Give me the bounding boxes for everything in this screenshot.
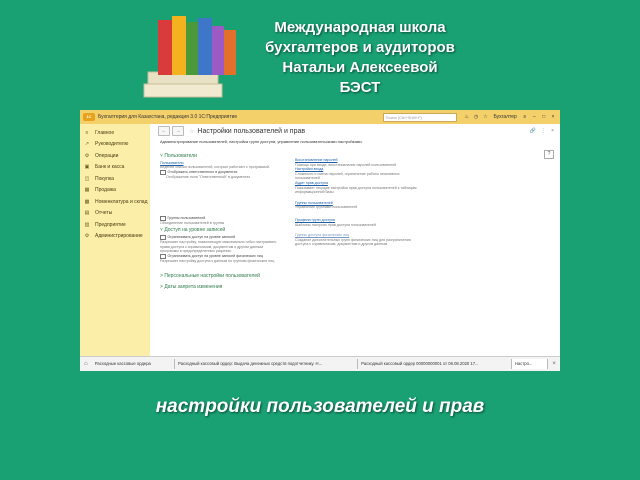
sidebar-item-main[interactable]: ≡ Главное	[80, 127, 150, 139]
section-title: Персональные настройки пользователей	[164, 272, 260, 279]
sidebar-item-label: Руководителю	[95, 141, 129, 148]
sidebar-item-label: Номенклатура и склад	[95, 198, 148, 205]
window-controls: ≡ – □ ×	[521, 114, 557, 120]
main-content: ← → ☆ Настройки пользователей и прав 🔗 ⋮…	[150, 124, 560, 370]
section-title: Даты запрета изменения	[164, 283, 223, 290]
section-users[interactable]: ˅ Пользователи	[160, 154, 280, 159]
sidebar-item-manager[interactable]: ↗ Руководителю	[80, 139, 150, 151]
toolbar-icons: ♨ ◷ ☆	[463, 114, 490, 120]
checkbox-label: Ограничивать доступ на уровне записей	[167, 235, 236, 240]
school-title-line: Международная школа	[274, 19, 446, 36]
login-desc: Сложность и смена паролей, ограничение р…	[295, 171, 400, 181]
history-icon[interactable]: ◷	[474, 115, 479, 120]
maximize-icon[interactable]: □	[541, 115, 546, 120]
checkbox-label: Группы пользователей	[167, 216, 206, 221]
sidebar-item-label: Администрирование	[95, 233, 143, 240]
home-icon[interactable]: ⌂	[80, 361, 92, 367]
chart-icon: ↗	[84, 141, 90, 148]
sidebar-item-sale[interactable]: ▦ Продажа	[80, 185, 150, 197]
checkbox-label: Ограничивать доступ на уровне записей фи…	[167, 254, 263, 259]
bell-icon[interactable]: ♨	[464, 115, 469, 120]
restrict-desc: Разрешает настройку, позволяющую максима…	[160, 240, 277, 254]
sidebar-item-purchase[interactable]: ◫ Покупка	[80, 173, 150, 185]
sidebar-item-admin[interactable]: ⚙ Администрирование	[80, 231, 150, 243]
back-button[interactable]: ←	[158, 126, 170, 136]
app-logo: 1С	[83, 113, 95, 121]
checkbox-label: Отображать ответственного в документах	[167, 170, 238, 175]
page-actions: 🔗 ⋮ ×	[525, 128, 554, 134]
window-title: Бухгалтерия для Казахстана, редакция 3.0…	[98, 114, 238, 120]
cart-icon: ◫	[84, 175, 90, 182]
books-logo	[143, 16, 236, 98]
sidebar-item-label: Операции	[95, 152, 119, 159]
section-dates[interactable]: ˃ Даты запрета изменения	[160, 283, 280, 290]
phys-groups-desc: Создание дополнительных групп физических…	[295, 237, 411, 247]
sidebar-item-reports[interactable]: ▤ Отчеты	[80, 208, 150, 220]
sidebar-item-label: Банк и касса	[95, 164, 125, 171]
app-window: 1С Бухгалтерия для Казахстана, редакция …	[80, 110, 560, 370]
close-icon[interactable]: ×	[548, 361, 560, 367]
user-name[interactable]: Бухгалтер	[493, 114, 516, 120]
sale-icon: ▦	[84, 187, 90, 194]
forward-button[interactable]: →	[172, 126, 184, 136]
checkbox-box[interactable]	[160, 169, 166, 176]
more-icon[interactable]: ⋮	[541, 128, 546, 134]
open-windows-bar: ⌂ Расходные кассовые ордера Расходный ка…	[80, 356, 560, 371]
sidebar-item-label: Главное	[95, 129, 115, 136]
sidebar-item-label: Предприятие	[95, 221, 126, 228]
close-page-icon[interactable]: ×	[551, 128, 554, 134]
menu-icon[interactable]: ≡	[522, 115, 527, 120]
section-personal[interactable]: ˃ Персональные настройки пользователей	[160, 272, 280, 279]
star-icon[interactable]: ☆	[483, 115, 488, 120]
video-caption: настройки пользователей и прав	[155, 396, 485, 417]
page-subtitle: Администрирование пользователей, настрой…	[160, 139, 363, 144]
search-input[interactable]: Поиск (Ctrl+Shift+F)	[382, 112, 457, 122]
window-tab[interactable]: Расходные кассовые ордера	[92, 359, 176, 369]
enterprise-icon: ▥	[84, 221, 90, 228]
warehouse-icon: ▩	[84, 198, 90, 205]
bank-icon: ▣	[84, 164, 90, 171]
school-title-line: бухгалтеров и аудиторов	[265, 39, 455, 56]
window-titlebar: 1С Бухгалтерия для Казахстана, редакция …	[80, 110, 560, 124]
minimize-icon[interactable]: –	[532, 115, 537, 120]
sidebar-item-bank[interactable]: ▣ Банк и касса	[80, 162, 150, 174]
left-column: ˅ Пользователи Пользователи Ведение спис…	[160, 152, 280, 291]
link-icon[interactable]: 🔗	[530, 128, 536, 134]
window-tab[interactable]: Расходный кассовый ордер: Выдача денежны…	[175, 359, 359, 369]
window-tab-active[interactable]: Настро...	[511, 359, 549, 369]
groups-desc: Объединение пользователей в группы	[160, 221, 225, 226]
banner: Международная школа бухгалтеров и аудито…	[0, 0, 640, 110]
sidebar: ≡ Главное ↗ Руководителю ⚙ Операции ▣ Банк и…	[80, 124, 150, 370]
sidebar-item-enterprise[interactable]: ▥ Предприятие	[80, 219, 150, 231]
window-tab[interactable]: Расходный кассовый ордер 00000000001 от …	[358, 359, 512, 369]
section-title: Пользователи	[164, 153, 197, 159]
section-records[interactable]: ˅ Доступ на уровне записей	[160, 226, 280, 233]
page-header: ← → ☆ Настройки пользователей и прав 🔗 ⋮…	[150, 124, 560, 138]
sidebar-item-operations[interactable]: ⚙ Операции	[80, 150, 150, 162]
school-title-line: Натальи Алексеевой	[282, 59, 438, 76]
help-button[interactable]: ?	[544, 150, 554, 159]
close-icon[interactable]: ×	[551, 115, 556, 120]
section-title: Доступ на уровне записей	[164, 226, 226, 233]
sidebar-item-label: Покупка	[95, 175, 114, 182]
menu-icon: ≡	[85, 129, 89, 136]
users-desc: Ведение списка пользователей, которые ра…	[160, 165, 270, 170]
operations-icon: ⚙	[84, 152, 90, 159]
school-title-line: БЭСТ	[339, 79, 381, 96]
favorite-star-icon[interactable]: ☆	[189, 128, 194, 135]
access-audit-desc: Показывает текущие настройки прав доступ…	[295, 185, 417, 195]
page-title: Настройки пользователей и прав	[197, 127, 306, 135]
restrict-phys-desc: Разрешает настройку доступа к данным по …	[160, 259, 275, 264]
gear-icon: ⚙	[84, 233, 90, 240]
sidebar-item-label: Продажа	[95, 187, 116, 194]
reports-icon: ▤	[84, 210, 90, 217]
right-column: Восстановление паролей Помощь при входе,…	[295, 158, 420, 247]
school-title: Международная школа бухгалтеров и аудито…	[250, 18, 470, 98]
sidebar-item-label: Отчеты	[95, 210, 113, 217]
sidebar-item-warehouse[interactable]: ▩ Номенклатура и склад	[80, 196, 150, 208]
